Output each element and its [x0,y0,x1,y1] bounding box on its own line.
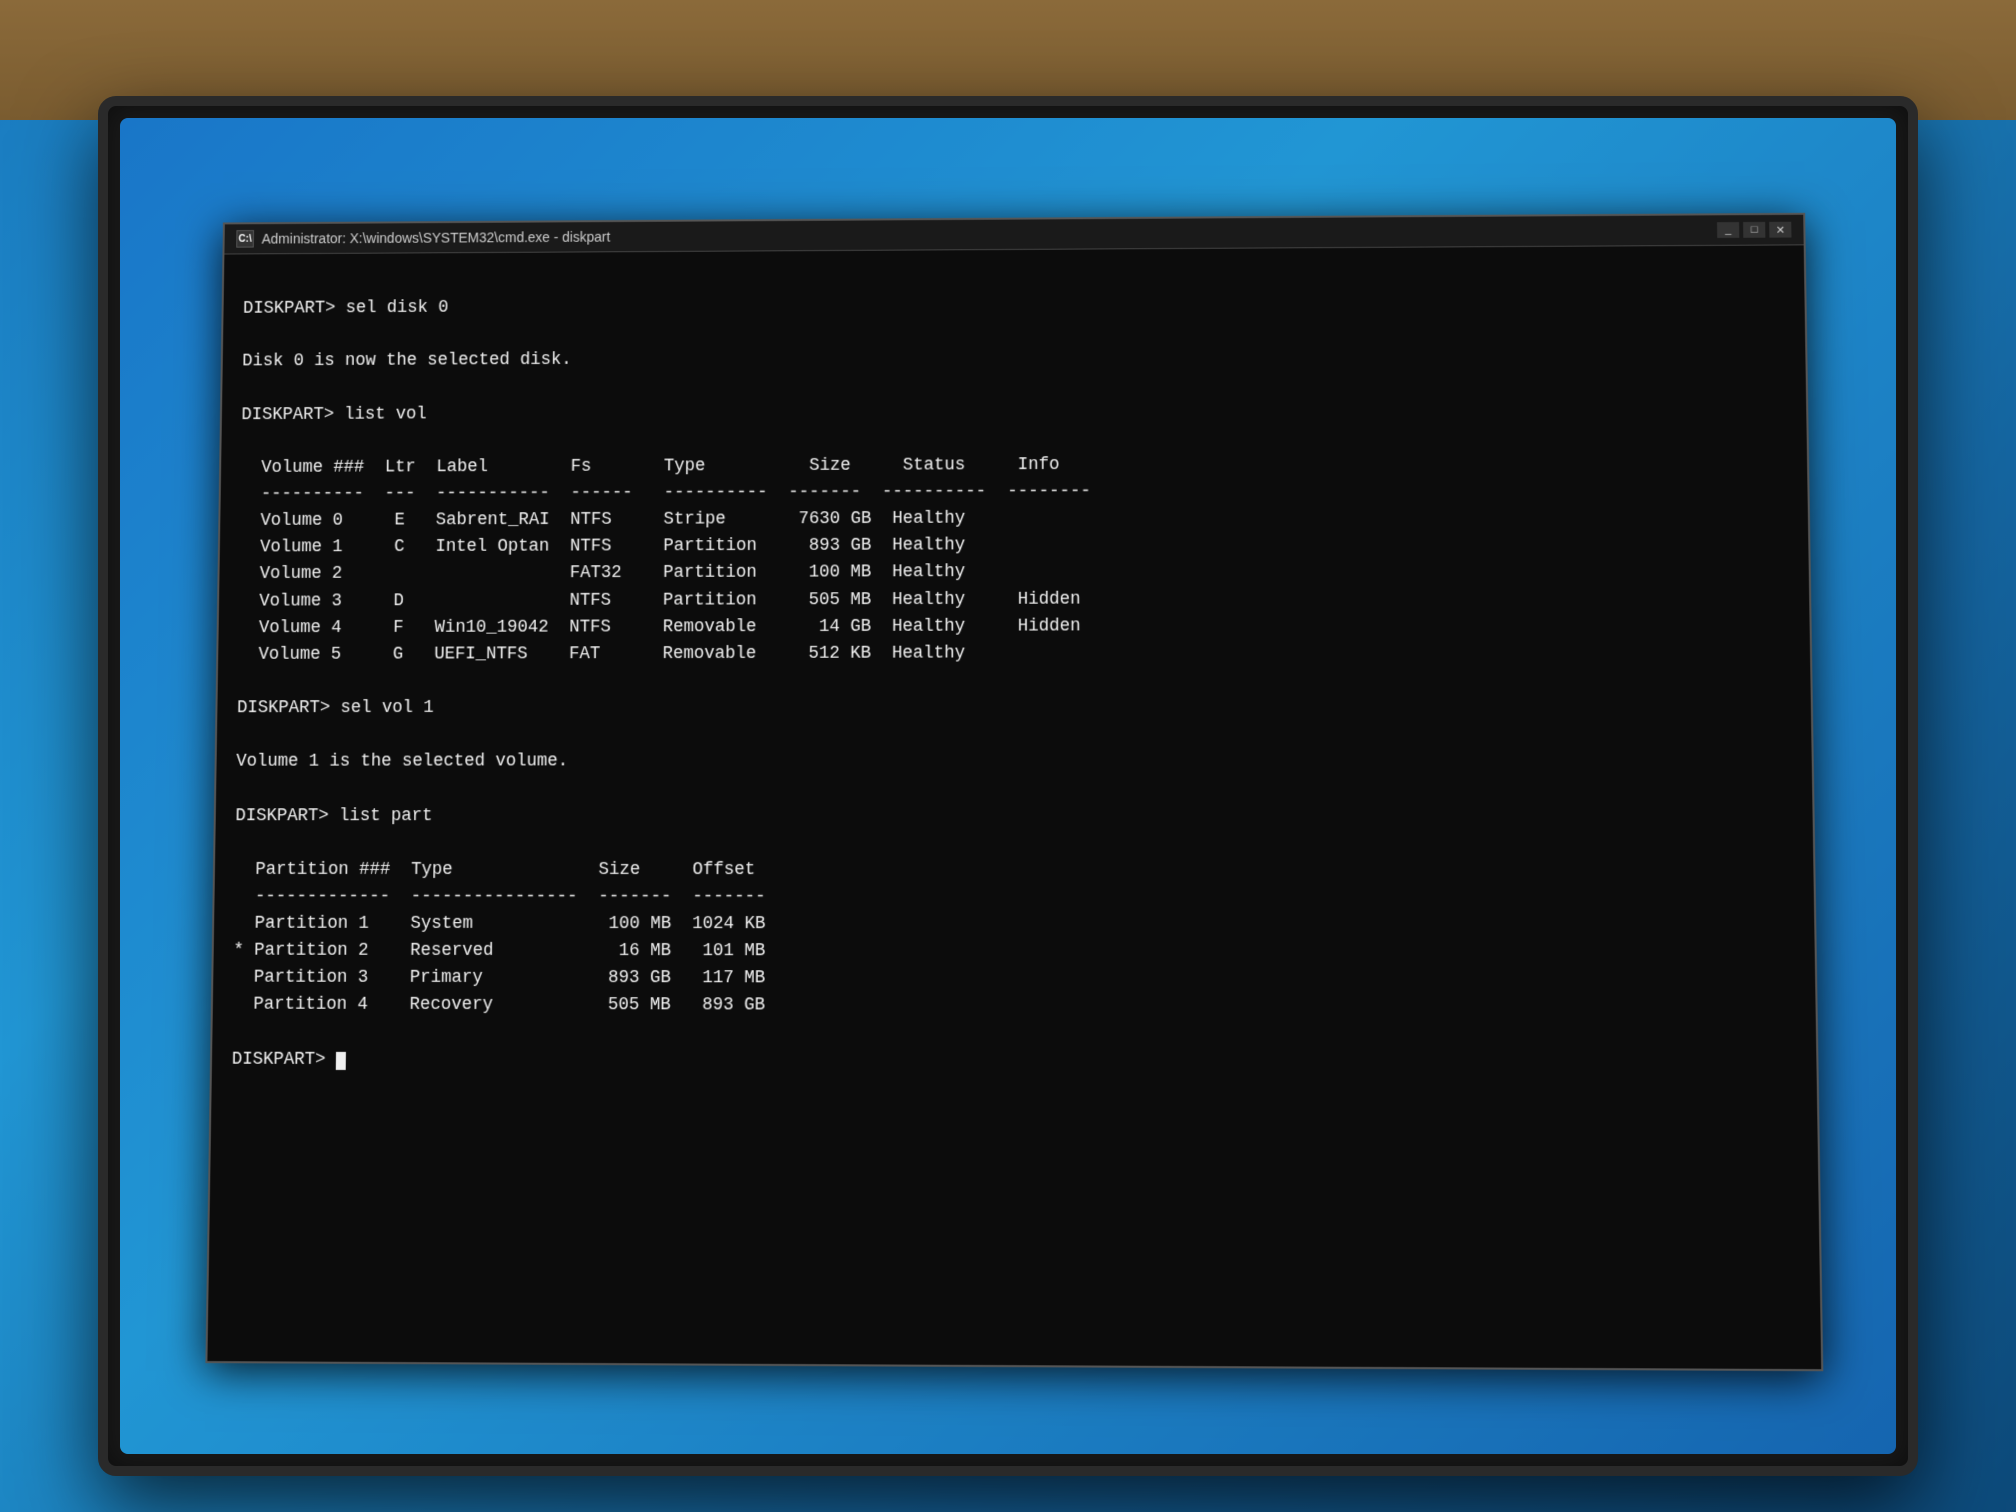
window-controls: _ □ ✕ [1717,222,1791,238]
monitor: C:\ Administrator: X:\windows\SYSTEM32\c… [98,96,1918,1476]
close-button[interactable]: ✕ [1769,222,1791,238]
cmd-icon: C:\ [236,230,254,248]
terminal-output: DISKPART> sel disk 0 Disk 0 is now the s… [232,261,1797,1077]
cmd-window: C:\ Administrator: X:\windows\SYSTEM32\c… [205,213,1823,1371]
window-title: Administrator: X:\windows\SYSTEM32\cmd.e… [262,222,1710,246]
minimize-button[interactable]: _ [1717,222,1739,238]
maximize-button[interactable]: □ [1743,222,1765,238]
terminal-cursor [336,1052,346,1070]
terminal-body: DISKPART> sel disk 0 Disk 0 is now the s… [207,245,1821,1369]
monitor-screen: C:\ Administrator: X:\windows\SYSTEM32\c… [120,118,1896,1454]
screen-background: C:\ Administrator: X:\windows\SYSTEM32\c… [120,118,1896,1454]
